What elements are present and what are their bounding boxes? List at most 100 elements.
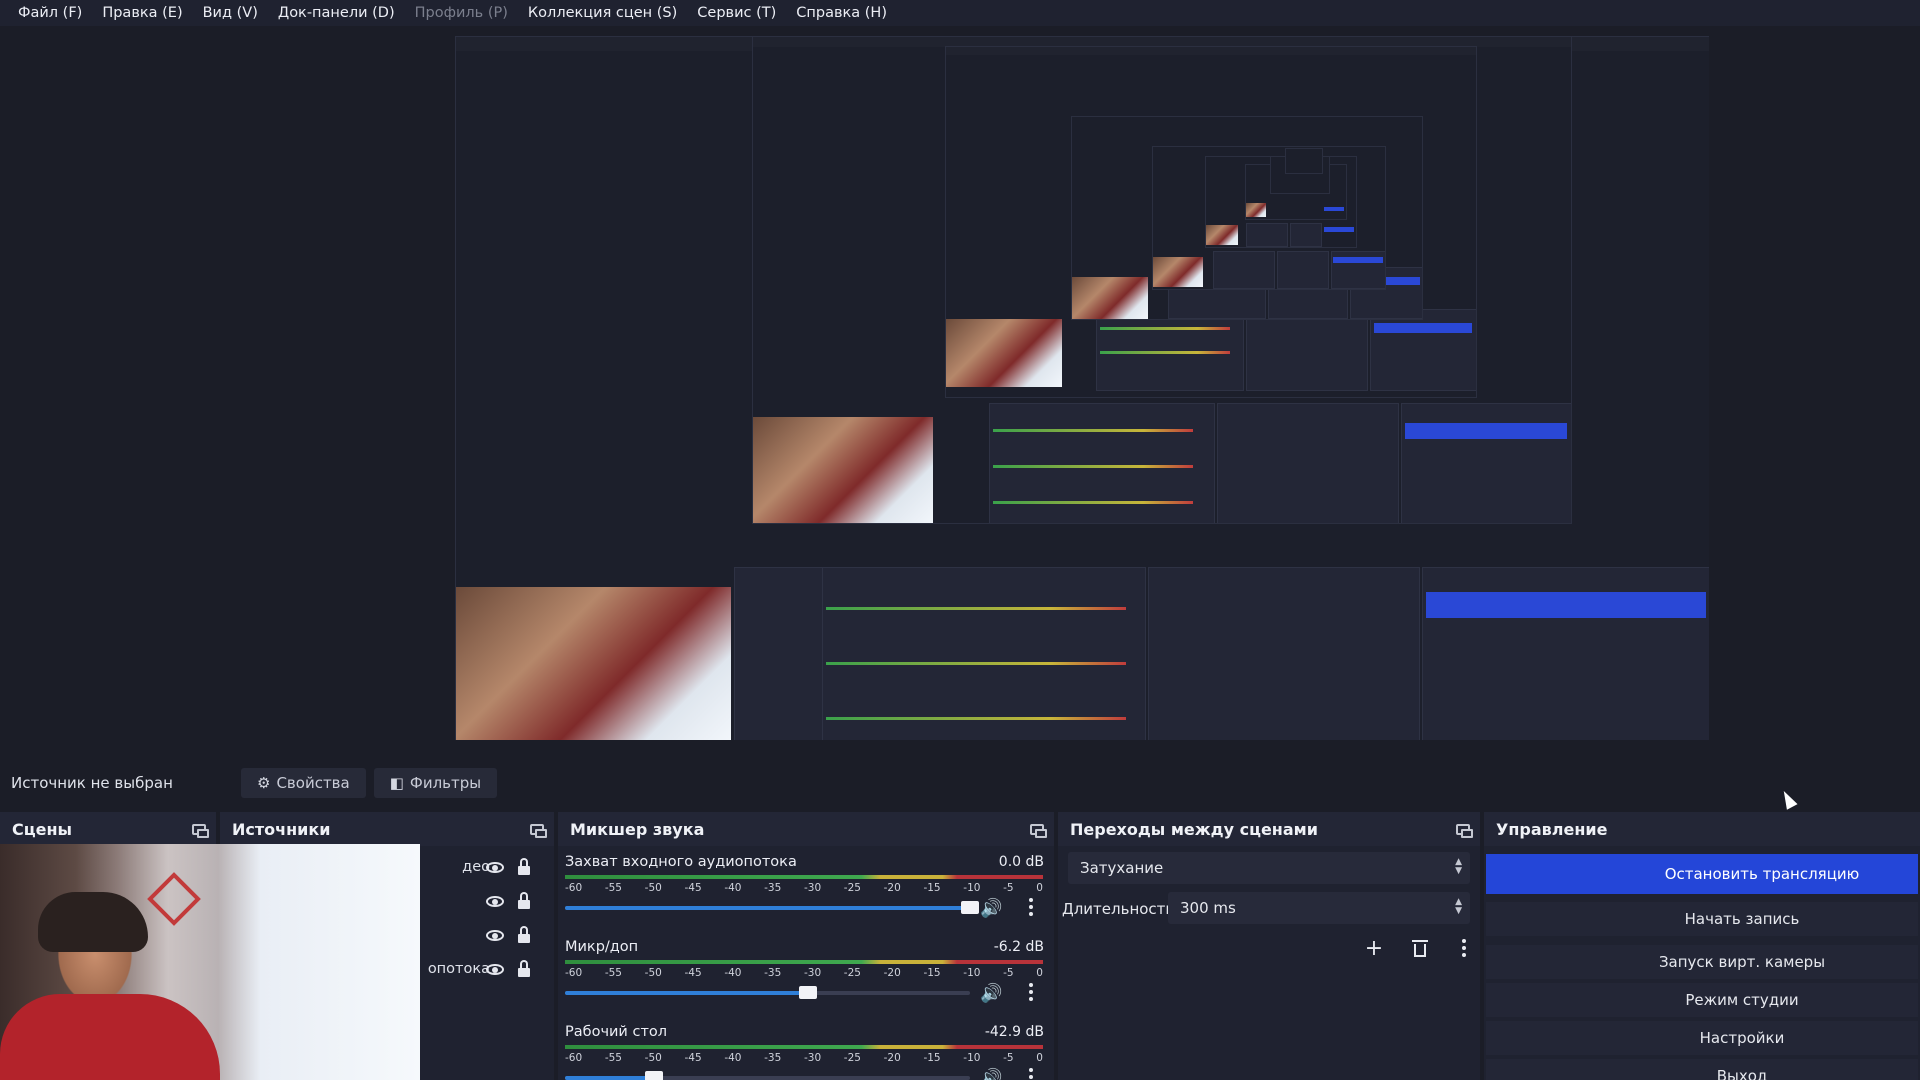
source-item-label: опотока <box>427 961 490 977</box>
meter-tick-label: -50 <box>644 967 662 979</box>
visibility-eye-icon[interactable] <box>486 929 504 941</box>
undock-icon[interactable] <box>530 823 547 838</box>
transitions-header: Переходы между сценами <box>1058 812 1480 846</box>
menu-edit[interactable]: Правка (E) <box>92 5 192 21</box>
kebab-menu-icon[interactable] <box>1020 979 1042 1005</box>
meter-tick-label: -50 <box>644 1052 662 1064</box>
duration-value: 300 ms <box>1180 899 1236 917</box>
kebab-menu-icon[interactable] <box>1020 894 1042 920</box>
volume-slider[interactable] <box>565 1071 970 1080</box>
meter-tick-label: -30 <box>803 882 822 894</box>
add-transition-button[interactable]: + <box>1358 934 1390 962</box>
meter-tick-label: 0 <box>1036 1052 1043 1064</box>
visibility-eye-icon[interactable] <box>486 895 504 907</box>
filters-label: Фильтры <box>409 774 482 792</box>
undock-icon[interactable] <box>1456 823 1473 838</box>
duration-label: Длительность <box>1062 900 1175 918</box>
filters-button[interactable]: ◧ Фильтры <box>373 768 498 798</box>
start-virtual-camera-button[interactable]: Запуск вирт. камеры <box>1486 945 1918 979</box>
meter-tick-label: -55 <box>604 882 622 894</box>
lock-icon[interactable] <box>518 857 530 875</box>
menu-tools[interactable]: Сервис (T) <box>687 5 786 21</box>
channel-name: Рабочий стол <box>565 1024 668 1040</box>
speaker-icon[interactable]: 🔊 <box>980 898 1002 919</box>
meter-tick-label: -55 <box>604 1052 622 1064</box>
chevron-updown-icon: ▲ ▼ <box>1455 857 1462 876</box>
meter-tick-label: -40 <box>724 967 742 979</box>
source-item-label: део <box>462 859 490 875</box>
meter-tick-label: 0 <box>1036 967 1043 979</box>
plus-icon: + <box>1364 935 1384 961</box>
sources-dock-header: Источники <box>220 812 554 846</box>
menu-file[interactable]: Файл (F) <box>8 5 92 21</box>
exit-button[interactable]: Выход <box>1486 1059 1918 1080</box>
transition-menu-button[interactable] <box>1448 934 1480 962</box>
meter-tick-label: -10 <box>963 882 981 894</box>
meter-tick-label: -5 <box>1003 1052 1014 1064</box>
studio-mode-button[interactable]: Режим студии <box>1486 983 1918 1017</box>
properties-button[interactable]: ⚙ Свойства <box>241 768 366 798</box>
mixer-channel: Захват входного аудиопотока 0.0 dB -60 -55 -… <box>558 854 1054 938</box>
meter-tick-label: -15 <box>923 882 941 894</box>
meter-tick-label: -55 <box>604 967 622 979</box>
scene-transitions-dock: Переходы между сценами Затухание ▲ ▼ Длит… <box>1058 812 1480 1080</box>
audio-mixer-dock: Микшер звука Захват входного аудиопотока… <box>558 812 1054 1080</box>
preview-canvas[interactable] <box>455 36 1709 740</box>
controls-title: Управление <box>1496 819 1608 839</box>
meter-tick-label: -45 <box>684 1052 702 1064</box>
visibility-eye-icon[interactable] <box>486 963 504 975</box>
undock-icon[interactable] <box>1030 823 1047 838</box>
volume-slider-handle[interactable] <box>799 986 817 999</box>
channel-db-level: -42.9 dB <box>984 1024 1044 1040</box>
undock-icon[interactable] <box>192 823 209 838</box>
mixer-channel: Микр/доп -6.2 dB -60 -55 -50 -45 -40 -35 -30 -25-… <box>558 939 1054 1023</box>
menu-view[interactable]: Вид (V) <box>193 5 268 21</box>
volume-slider-fill <box>565 1076 655 1080</box>
lock-icon[interactable] <box>518 925 530 943</box>
meter-scale: -60 -55 -50 -45 -40 -35 -30 -25 -20 -15 -10 -5 0 <box>565 967 1043 979</box>
channel-name: Микр/доп <box>565 939 639 955</box>
spinbox-arrows-icon[interactable]: ▲ ▼ <box>1455 898 1462 916</box>
kebab-menu-icon[interactable] <box>1020 1064 1042 1080</box>
stop-streaming-button[interactable]: Остановить трансляцию <box>1486 854 1918 894</box>
audio-mixer-header: Микшер звука <box>558 812 1054 846</box>
volume-slider[interactable] <box>565 986 970 999</box>
properties-label: Свойства <box>276 774 350 792</box>
transition-select-value: Затухание <box>1080 859 1164 877</box>
meter-tick-label: -20 <box>883 1052 901 1064</box>
duration-input[interactable]: 300 ms ▲ ▼ <box>1168 892 1470 924</box>
volume-slider-handle[interactable] <box>961 901 979 914</box>
meter-tick-label: -60 <box>565 1052 583 1064</box>
meter-tick-label: 0 <box>1036 882 1043 894</box>
speaker-icon[interactable]: 🔊 <box>980 983 1002 1004</box>
filter-icon: ◧ <box>389 774 404 792</box>
meter-tick-label: -35 <box>764 1052 782 1064</box>
speaker-icon[interactable]: 🔊 <box>980 1068 1002 1080</box>
volume-slider[interactable] <box>565 901 979 914</box>
menu-scene-collection[interactable]: Коллекция сцен (S) <box>518 5 687 21</box>
visibility-eye-icon[interactable] <box>486 861 504 873</box>
meter-tick-label: -30 <box>803 1052 822 1064</box>
scenes-dock-header: Сцены <box>0 812 216 846</box>
meter-tick-label: -20 <box>883 882 901 894</box>
channel-name: Захват входного аудиопотока <box>565 854 797 870</box>
meter-tick-label: -60 <box>565 882 583 894</box>
scenes-dock-title: Сцены <box>12 819 72 839</box>
start-recording-button[interactable]: Начать запись <box>1486 902 1918 936</box>
meter-tick-label: -25 <box>843 882 861 894</box>
volume-slider-handle[interactable] <box>645 1071 664 1080</box>
settings-button[interactable]: Настройки <box>1486 1021 1918 1055</box>
audio-mixer-title: Микшер звука <box>570 819 705 839</box>
menu-help[interactable]: Справка (H) <box>786 5 897 21</box>
lock-icon[interactable] <box>518 891 530 909</box>
volume-meter <box>565 960 1043 964</box>
volume-slider-fill <box>565 906 970 910</box>
remove-transition-button[interactable] <box>1404 934 1436 962</box>
lock-icon[interactable] <box>518 959 530 977</box>
meter-tick-label: -30 <box>803 967 822 979</box>
menu-bar: Файл (F) Правка (E) Вид (V) Док-панели (… <box>0 0 1920 26</box>
menu-docks[interactable]: Док-панели (D) <box>268 5 405 21</box>
channel-db-level: -6.2 dB <box>993 939 1044 955</box>
source-toolbar: Источник не выбран ⚙ Свойства ◧ Фильтры <box>0 760 1920 806</box>
transition-select[interactable]: Затухание ▲ ▼ <box>1068 852 1470 884</box>
